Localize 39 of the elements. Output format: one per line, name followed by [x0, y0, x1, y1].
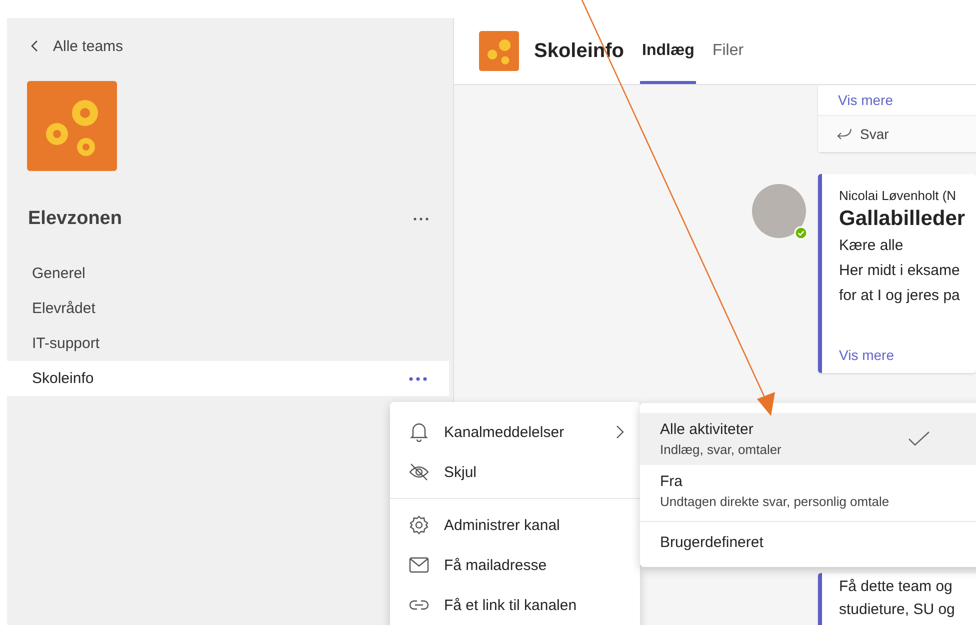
channel-item[interactable]: Generel: [7, 256, 449, 291]
settings-icon: [408, 515, 430, 535]
tab[interactable]: Filer: [710, 18, 746, 84]
more-options-icon[interactable]: [413, 217, 429, 221]
channel-item[interactable]: Elevrådet: [7, 291, 449, 326]
available-check-icon: [794, 226, 808, 240]
menu-option[interactable]: Fra Undtagen direkte svar, personlig omtale: [640, 465, 976, 517]
eye-slash-icon: [408, 463, 430, 481]
chevron-left-icon[interactable]: [31, 40, 39, 52]
post-text: for at I og jeres pa: [839, 286, 961, 306]
chevron-right-icon: [616, 425, 624, 439]
avatar: [752, 184, 806, 238]
bell-icon: [408, 422, 430, 442]
show-more-link[interactable]: Vis mere: [839, 347, 976, 363]
team-name: Elevzonen: [28, 208, 122, 230]
post-text: Få dette team og: [839, 577, 954, 597]
author-name: Nicolai Løvenholt (N: [839, 188, 958, 203]
link-icon: [408, 600, 430, 610]
tab[interactable]: Indlæg: [640, 18, 696, 84]
reply-button[interactable]: Svar: [860, 126, 889, 142]
menu-item[interactable]: Kanalmeddelelser: [390, 412, 640, 452]
menu-option[interactable]: Alle aktiviteter Indlæg, svar, omtaler: [640, 413, 976, 465]
reply-arrow-icon[interactable]: [836, 128, 852, 140]
menu-option[interactable]: Brugerdefineret: [640, 521, 976, 563]
back-link[interactable]: Alle teams: [53, 38, 124, 54]
menu-item[interactable]: Få mailadresse: [390, 545, 640, 585]
channel-item[interactable]: Skoleinfo: [7, 361, 449, 396]
envelope-icon: [408, 557, 430, 573]
post-text: Kære alle: [839, 236, 904, 256]
show-more-link[interactable]: Vis mere: [838, 92, 893, 108]
checkmark-icon: [908, 431, 930, 447]
menu-item[interactable]: Skjul: [390, 452, 640, 492]
channel-item[interactable]: IT-support: [7, 326, 449, 361]
more-options-icon[interactable]: [409, 376, 427, 380]
post-text: Her midt i eksame: [839, 261, 961, 281]
post-title: Gallabilleder: [839, 207, 966, 231]
menu-item[interactable]: Administrer kanal: [390, 505, 640, 545]
menu-item[interactable]: Få et link til kanalen: [390, 585, 640, 625]
post-text: studieture, SU og: [839, 600, 956, 620]
